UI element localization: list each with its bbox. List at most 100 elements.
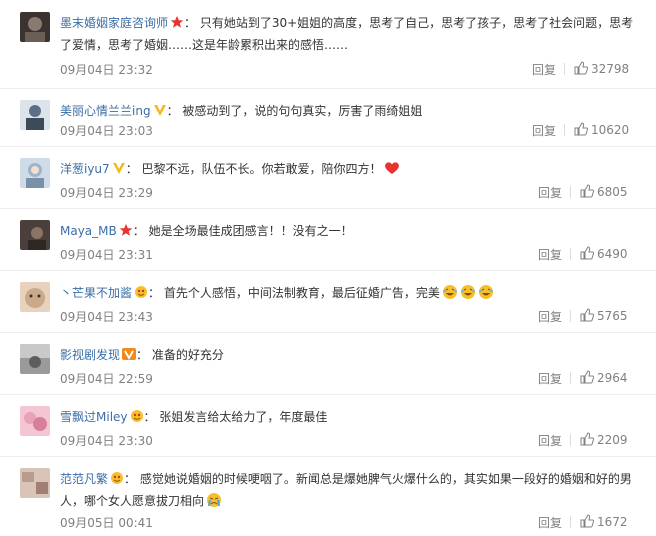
username[interactable]: 墨末婚姻家庭咨询师 bbox=[60, 16, 168, 30]
avatar-image bbox=[28, 227, 46, 250]
avatar[interactable] bbox=[20, 100, 50, 130]
username[interactable]: 洋葱iyu7 bbox=[60, 162, 110, 176]
divider bbox=[564, 124, 565, 136]
like-button[interactable]: 5765 bbox=[580, 308, 628, 323]
reply-button[interactable]: 回复 bbox=[538, 432, 562, 449]
v-badge-icon bbox=[112, 160, 126, 174]
like-button[interactable]: 2964 bbox=[580, 370, 628, 385]
divider bbox=[570, 310, 571, 322]
fan-badge-icon bbox=[110, 470, 124, 484]
username[interactable]: 范范凡繁 bbox=[60, 472, 108, 486]
reply-button[interactable]: 回复 bbox=[532, 61, 556, 78]
colon: ： bbox=[124, 472, 140, 486]
avatar-image bbox=[26, 105, 44, 130]
thumbs-up-icon bbox=[580, 184, 595, 198]
timestamp: 09月04日 23:32 bbox=[60, 63, 153, 77]
avatar[interactable] bbox=[20, 344, 50, 374]
avatar[interactable] bbox=[20, 158, 50, 188]
thumbs-up-icon bbox=[574, 61, 589, 75]
like-count: 32798 bbox=[591, 62, 630, 76]
reply-button[interactable]: 回复 bbox=[532, 122, 556, 139]
colon: ： bbox=[143, 410, 160, 424]
comment-text: 巴黎不远，队伍不长。你若敢爱，陪你四方！ bbox=[141, 162, 382, 176]
like-count: 10620 bbox=[591, 123, 630, 137]
thumbs-up-icon bbox=[580, 370, 595, 384]
thumbs-up-icon bbox=[580, 432, 595, 446]
comment-body: 丶芒果不加酱 ： 首先个人感悟，中间法制教育，最后征婚广告，完美 bbox=[60, 282, 640, 304]
colon: ： bbox=[148, 286, 164, 300]
avatar-image bbox=[22, 472, 48, 494]
avatar-image bbox=[26, 163, 44, 188]
avatar-image bbox=[25, 17, 45, 42]
reply-button[interactable]: 回复 bbox=[538, 370, 562, 387]
comment-body: Maya_MB ： 她是全场最佳成团感言！！没有之一！ bbox=[60, 220, 640, 242]
timestamp: 09月04日 23:43 bbox=[60, 310, 153, 324]
reply-button[interactable]: 回复 bbox=[538, 514, 562, 531]
username[interactable]: Maya_MB bbox=[60, 224, 117, 238]
divider bbox=[570, 516, 571, 528]
avatar-image bbox=[25, 288, 45, 308]
username[interactable]: 美丽心情兰兰ing bbox=[60, 104, 151, 118]
comment-text: 首先个人感悟，中间法制教育，最后征婚广告，完美 bbox=[163, 286, 440, 300]
comment-item: 墨末婚姻家庭咨询师： 只有她站到了30+姐姐的高度，思考了自己，思考了孩子，思考… bbox=[0, 0, 656, 89]
timestamp: 09月04日 22:59 bbox=[60, 372, 153, 386]
like-count: 2209 bbox=[597, 433, 628, 447]
comment-text: 她是全场最佳成团感言！！没有之一！ bbox=[148, 224, 353, 238]
like-count: 6490 bbox=[597, 247, 628, 261]
like-button[interactable]: 32798 bbox=[574, 61, 629, 76]
timestamp: 09月05日 00:41 bbox=[60, 516, 153, 530]
colon: ： bbox=[166, 104, 183, 118]
username[interactable]: 丶芒果不加酱 bbox=[60, 286, 132, 300]
like-button[interactable]: 10620 bbox=[574, 122, 629, 137]
comment-text: 被感动到了，说的句句真实，厉害了雨绮姐姐 bbox=[182, 104, 423, 118]
avatar[interactable] bbox=[20, 468, 50, 498]
fan-badge-icon bbox=[134, 284, 148, 298]
like-button[interactable]: 1672 bbox=[580, 514, 628, 529]
timestamp: 09月04日 23:31 bbox=[60, 248, 153, 262]
like-button[interactable]: 6805 bbox=[580, 184, 628, 199]
cry-emoji-icon bbox=[206, 492, 222, 508]
star-badge-icon bbox=[119, 222, 133, 236]
reply-button[interactable]: 回复 bbox=[538, 246, 562, 263]
comment-item: Maya_MB： 她是全场最佳成团感言！！没有之一！ 09月04日 23:31 … bbox=[0, 208, 656, 271]
avatar[interactable] bbox=[20, 12, 50, 42]
comment-item: 丶芒果不加酱 ： 首先个人感悟，中间法制教育，最后征婚广告，完美 09月04日 2… bbox=[0, 270, 656, 333]
colon: ： bbox=[184, 16, 200, 30]
colon: ： bbox=[136, 348, 152, 362]
avatar[interactable] bbox=[20, 406, 50, 436]
like-button[interactable]: 2209 bbox=[580, 432, 628, 447]
divider bbox=[564, 63, 565, 75]
like-button[interactable]: 6490 bbox=[580, 246, 628, 261]
username[interactable]: 影视剧发现 bbox=[60, 348, 120, 362]
reply-button[interactable]: 回复 bbox=[538, 308, 562, 325]
fan-badge-icon bbox=[130, 408, 144, 422]
comment-body: 美丽心情兰兰ing ： 被感动到了，说的句句真实，厉害了雨绮姐姐 bbox=[60, 100, 640, 122]
like-count: 2964 bbox=[597, 371, 628, 385]
like-count: 5765 bbox=[597, 309, 628, 323]
comment-text: 准备的好充分 bbox=[151, 348, 224, 362]
comment-item: 美丽心情兰兰ing ： 被感动到了，说的句句真实，厉害了雨绮姐姐 09月04日 2… bbox=[0, 88, 656, 147]
thumbs-up-icon bbox=[580, 308, 595, 322]
timestamp: 09月04日 23:29 bbox=[60, 186, 153, 200]
heart-emoji-icon bbox=[384, 160, 400, 176]
avatar[interactable] bbox=[20, 220, 50, 250]
reply-button[interactable]: 回复 bbox=[538, 184, 562, 201]
avatar[interactable] bbox=[20, 282, 50, 312]
comment-body: 雪飘过Miley ： 张姐发言给太给力了，年度最佳 bbox=[60, 406, 640, 428]
comment-item: 影视剧发现 ： 准备的好充分 09月04日 22:59 回复 2964 bbox=[0, 332, 656, 395]
timestamp: 09月04日 23:30 bbox=[60, 434, 153, 448]
thumbs-up-icon bbox=[580, 246, 595, 260]
comment-body: 影视剧发现 ： 准备的好充分 bbox=[60, 344, 640, 366]
like-count: 1672 bbox=[597, 515, 628, 529]
star-badge-icon bbox=[170, 14, 184, 28]
laugh-emoji-icon bbox=[442, 284, 458, 300]
username[interactable]: 雪飘过Miley bbox=[60, 410, 128, 424]
vip-badge-icon bbox=[122, 346, 137, 360]
avatar-image bbox=[20, 344, 50, 368]
like-count: 6805 bbox=[597, 185, 628, 199]
divider bbox=[570, 186, 571, 198]
avatar-image bbox=[24, 412, 47, 431]
laugh-emoji-icon bbox=[478, 284, 494, 300]
comment-text: 感觉她说婚姻的时候哽咽了。新闻总是爆她脾气火爆什么的，其实如果一段好的婚姻和好的… bbox=[60, 472, 632, 508]
comment-item: 雪飘过Miley ： 张姐发言给太给力了，年度最佳 09月04日 23:30 回复… bbox=[0, 394, 656, 457]
